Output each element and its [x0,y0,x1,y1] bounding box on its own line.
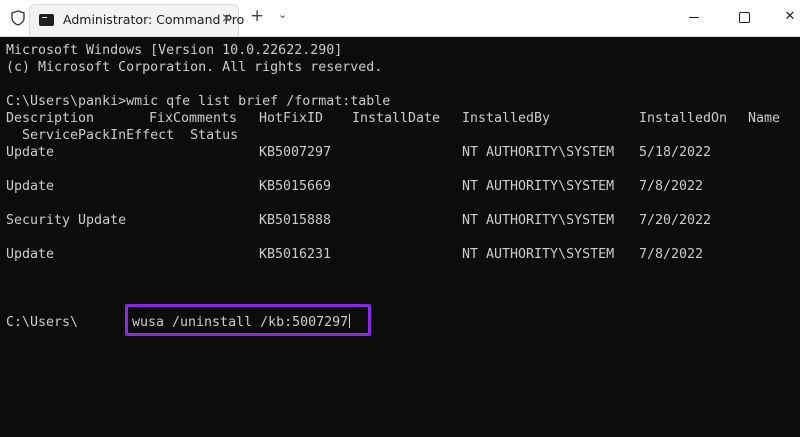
command-line: C:\Users\panki>wmic qfe list brief /form… [6,94,391,109]
column-header: Name [748,111,781,126]
terminal-output[interactable]: Microsoft Windows [Version 10.0.22622.29… [6,42,796,432]
cell-installed-by: NT AUTHORITY\SYSTEM [462,247,615,262]
chevron-down-icon[interactable]: ⌄ [278,8,287,21]
tab-title: Administrator: Command Pro [63,12,245,27]
copyright-line: (c) Microsoft Corporation. All rights re… [6,60,383,75]
cell-installed-by: NT AUTHORITY\SYSTEM [462,145,615,160]
terminal-window: Administrator: Command Pro × + ⌄ ✕ Micro… [0,0,800,437]
column-header: InstalledOn [639,111,728,126]
column-header: InstallDate [352,111,441,126]
cell-description: Update [6,179,55,194]
cell-hotfix-id: KB5015888 [259,213,332,228]
minimize-button[interactable] [680,5,710,29]
column-header: Description [6,111,95,126]
maximize-button[interactable] [729,5,759,29]
tab-close-button[interactable]: × [221,11,232,26]
cell-installed-on: 7/8/2022 [639,247,704,262]
cell-hotfix-id: KB5015669 [259,179,332,194]
cell-installed-on: 5/18/2022 [639,145,712,160]
cell-installed-by: NT AUTHORITY\SYSTEM [462,179,615,194]
cell-installed-on: 7/20/2022 [639,213,712,228]
title-bar: Administrator: Command Pro × + ⌄ ✕ [0,0,800,37]
cell-installed-by: NT AUTHORITY\SYSTEM [462,213,615,228]
cell-description: Update [6,145,55,160]
cell-installed-on: 7/8/2022 [639,179,704,194]
terminal-icon [39,14,54,26]
version-line: Microsoft Windows [Version 10.0.22622.29… [6,43,343,58]
column-header: FixComments [149,111,238,126]
cell-hotfix-id: KB5007297 [259,145,332,160]
cell-hotfix-id: KB5016231 [259,247,332,262]
column-header: HotFixID [259,111,324,126]
highlight-box [125,304,371,336]
cell-description: Update [6,247,55,262]
cell-description: Security Update [6,213,127,228]
new-tab-button[interactable]: + [250,6,264,26]
column-header-wrap: ServicePackInEffect Status [6,128,239,143]
prompt-path: C:\Users\ [6,315,79,330]
shield-icon [11,10,25,26]
close-button[interactable]: ✕ [775,5,800,29]
minimize-icon [689,17,699,18]
tab-command-prompt[interactable]: Administrator: Command Pro × [29,4,244,36]
column-header: InstalledBy [462,111,551,126]
maximize-icon [739,12,750,23]
